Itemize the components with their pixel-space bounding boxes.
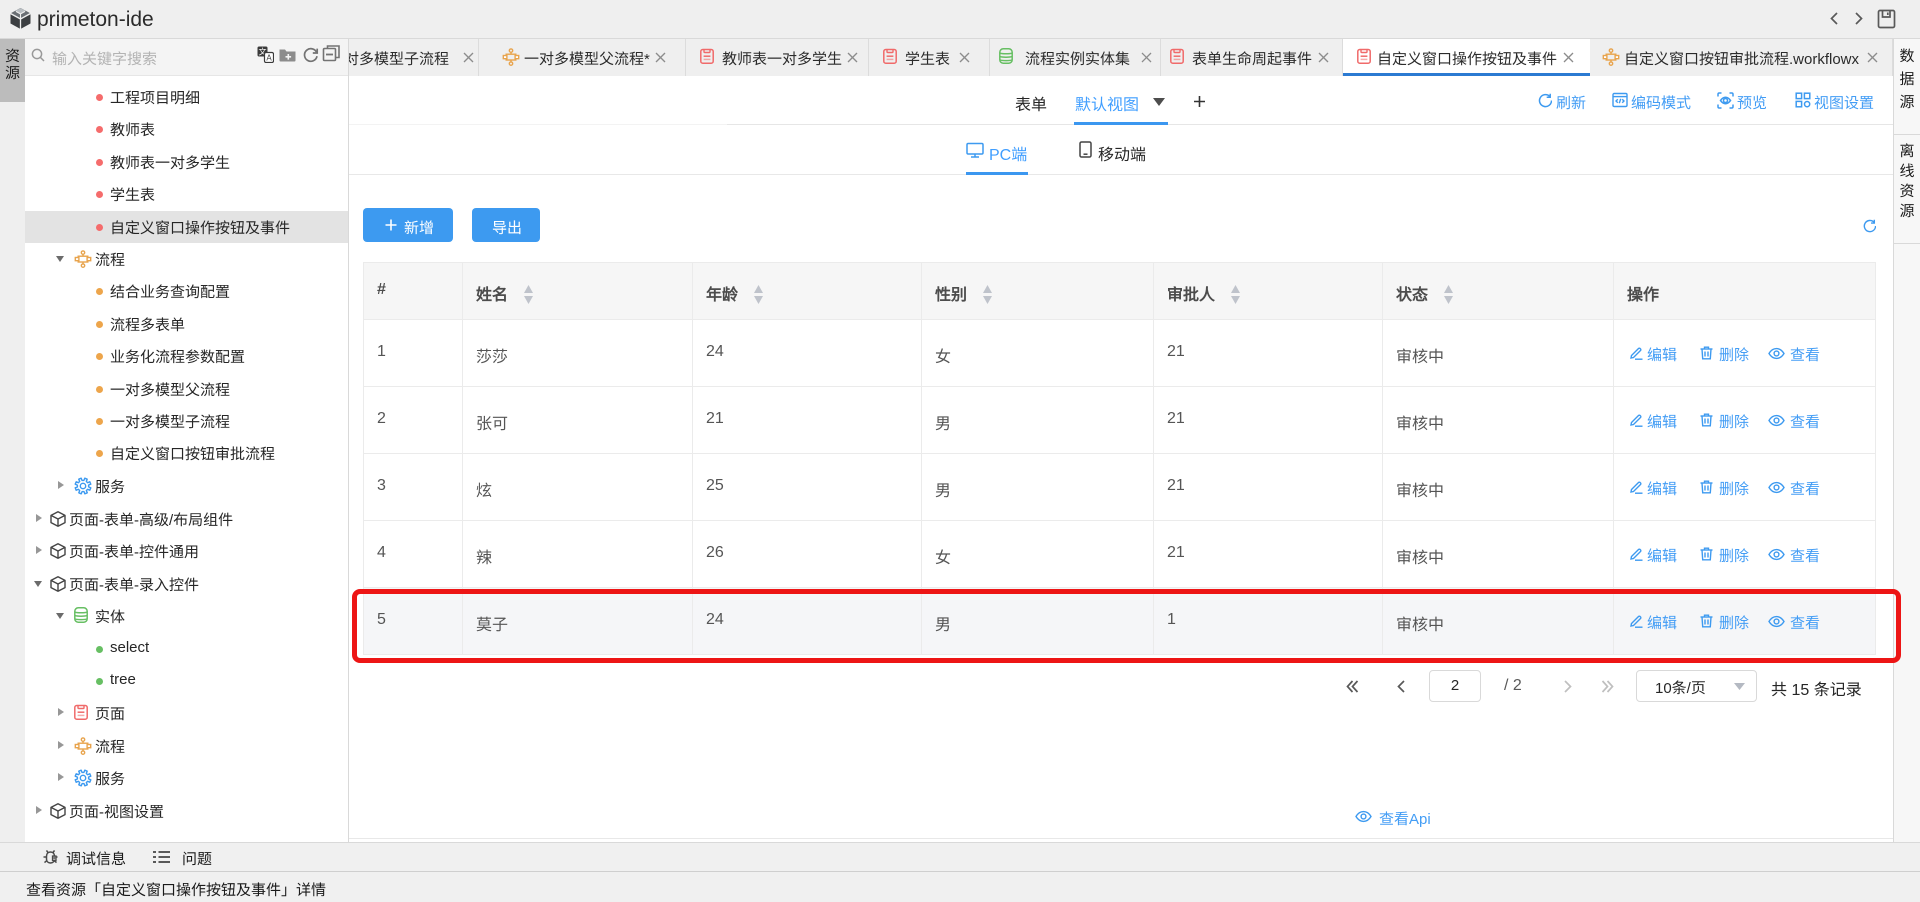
svg-text:A: A <box>266 54 272 63</box>
